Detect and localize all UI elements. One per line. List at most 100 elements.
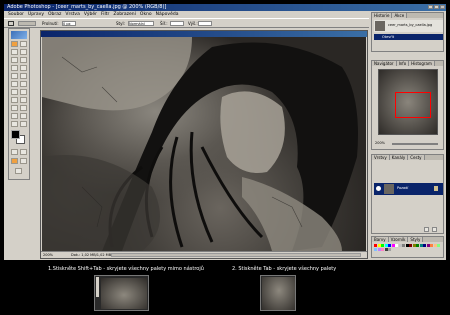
width-input[interactable] xyxy=(170,21,184,26)
document-status-bar: 200% Dok.: 1,02 MB/1,02 MB xyxy=(41,251,367,258)
tab-paths[interactable]: Cesty xyxy=(408,155,425,160)
toolbox xyxy=(8,28,30,180)
standard-mode-icon[interactable] xyxy=(11,149,18,155)
history-brush-tool-icon[interactable] xyxy=(20,73,27,79)
new-layer-icon[interactable] xyxy=(424,227,429,232)
menu-obraz[interactable]: Obraz xyxy=(48,11,61,18)
feather-label: Prolnutí: xyxy=(42,21,59,26)
layer-row-background[interactable]: Pozadí xyxy=(374,183,443,195)
tab-history[interactable]: Historie xyxy=(372,13,393,18)
tab-histogram[interactable]: Histogram xyxy=(409,61,435,66)
history-state-open[interactable]: Otevřít xyxy=(374,34,443,40)
swatches-palette: Barvy Vzorník Styly xyxy=(371,236,444,258)
screen-mode-icon[interactable] xyxy=(11,158,18,164)
navigator-view-box[interactable] xyxy=(395,92,431,118)
tab-channels[interactable]: Kanály xyxy=(389,155,409,160)
eye-icon[interactable] xyxy=(376,186,381,191)
tab-swatches[interactable]: Vzorník xyxy=(388,237,409,242)
document-window: 200% Dok.: 1,02 MB/1,02 MB xyxy=(40,30,368,259)
navigator-zoom-slider[interactable] xyxy=(392,143,438,145)
thumbnail-tab xyxy=(260,275,296,311)
tab-info[interactable]: Info xyxy=(396,61,410,66)
document-size: Dok.: 1,02 MB/1,02 MB xyxy=(71,253,112,257)
zoom-tool-icon[interactable] xyxy=(20,121,27,127)
dodge-tool-icon[interactable] xyxy=(20,89,27,95)
lasso-tool-icon[interactable] xyxy=(11,49,18,55)
zoom-level[interactable]: 200% xyxy=(43,252,53,258)
caption-tab: 2. Stiskněte Tab - skryjete všechny pale… xyxy=(232,266,337,272)
menu-okno[interactable]: Okno xyxy=(140,11,152,18)
feather-input[interactable]: 0 px xyxy=(62,21,76,26)
lock-icon xyxy=(434,186,438,191)
thumb-toolbox xyxy=(96,277,99,297)
menu-filtr[interactable]: Filtr xyxy=(101,11,109,18)
crop-tool-icon[interactable] xyxy=(11,57,18,63)
menu-soubor[interactable]: Soubor xyxy=(8,11,24,18)
history-snapshot[interactable]: ceer_marts_by_caella.jpg xyxy=(374,20,443,32)
navigator-palette: Navigátor Info Histogram 200% xyxy=(371,60,444,150)
tab-navigator[interactable]: Navigátor xyxy=(372,61,397,66)
notes-tool-icon[interactable] xyxy=(11,113,18,119)
trash-icon[interactable] xyxy=(432,227,437,232)
face-shape xyxy=(220,91,285,173)
color-swatch[interactable] xyxy=(388,247,391,251)
gradient-tool-icon[interactable] xyxy=(20,81,27,87)
foreground-color-swatch[interactable] xyxy=(11,130,20,139)
blur-tool-icon[interactable] xyxy=(11,89,18,95)
height-label: Výš.: xyxy=(188,21,198,26)
menu-upravy[interactable]: Úpravy xyxy=(28,11,44,18)
tab-actions[interactable]: Akce xyxy=(392,13,408,18)
move-tool-icon[interactable] xyxy=(20,41,27,47)
color-swatch[interactable] xyxy=(437,244,440,247)
healing-tool-icon[interactable] xyxy=(11,65,18,71)
stamp-tool-icon[interactable] xyxy=(11,73,18,79)
full-screen-mode-icon[interactable] xyxy=(20,158,27,164)
shape-tool-icon[interactable] xyxy=(20,105,27,111)
snapshot-label: ceer_marts_by_caella.jpg xyxy=(388,23,433,27)
navigator-zoom-value[interactable]: 200% xyxy=(375,141,385,145)
window-title: Adobe Photoshop - [ceer_marts_by_caella.… xyxy=(7,4,167,10)
caption-shift-tab: 1.Stiskněte Shift+Tab - skryjete všechny… xyxy=(48,266,204,272)
minimize-button[interactable] xyxy=(428,5,433,9)
snapshot-thumbnail xyxy=(375,21,385,31)
menu-vrstva[interactable]: Vrstva xyxy=(65,11,79,18)
marquee-tool-icon[interactable] xyxy=(8,21,14,26)
horizontal-scrollbar[interactable] xyxy=(111,253,361,257)
selection-mode-buttons[interactable] xyxy=(18,21,36,26)
maximize-button[interactable] xyxy=(434,5,439,9)
menu-napoveda[interactable]: Nápověda xyxy=(156,11,179,18)
brush-tool-icon[interactable] xyxy=(20,65,27,71)
style-label: Styl: xyxy=(116,21,125,26)
layer-thumbnail xyxy=(384,184,394,194)
slice-tool-icon[interactable] xyxy=(20,57,27,63)
menu-zobrazeni[interactable]: Zobrazení xyxy=(113,11,136,18)
width-label: Šíř.: xyxy=(160,21,168,26)
jump-to-imageready-icon[interactable] xyxy=(15,168,22,174)
menu-vyber[interactable]: Výběr xyxy=(84,11,97,18)
eyedropper-tool-icon[interactable] xyxy=(20,113,27,119)
navigator-preview[interactable] xyxy=(378,69,438,135)
history-state-label: Otevřít xyxy=(382,35,395,39)
image-canvas[interactable] xyxy=(42,37,366,251)
thumb-photo xyxy=(262,277,295,310)
eraser-tool-icon[interactable] xyxy=(11,81,18,87)
tab-styles[interactable]: Styly xyxy=(408,237,424,242)
layers-palette: Vrstvy Kanály Cesty Pozadí xyxy=(371,154,444,234)
tab-color[interactable]: Barvy xyxy=(372,237,389,242)
style-select[interactable]: Normální xyxy=(128,21,154,26)
quick-mask-icon[interactable] xyxy=(20,149,27,155)
marquee-tool-icon[interactable] xyxy=(11,41,18,47)
window-title-bar[interactable]: Adobe Photoshop - [ceer_marts_by_caella.… xyxy=(4,4,446,11)
swatch-grid xyxy=(374,244,443,256)
tab-layers[interactable]: Vrstvy xyxy=(372,155,390,160)
hand-tool-icon[interactable] xyxy=(11,121,18,127)
thumb-photo xyxy=(101,278,147,309)
height-input[interactable] xyxy=(198,21,212,26)
photoshop-logo-icon[interactable] xyxy=(11,31,27,39)
path-select-tool-icon[interactable] xyxy=(11,97,18,103)
close-button[interactable] xyxy=(440,5,445,9)
pen-tool-icon[interactable] xyxy=(11,105,18,111)
layer-name: Pozadí xyxy=(397,186,409,190)
magic-wand-tool-icon[interactable] xyxy=(20,49,27,55)
text-tool-icon[interactable] xyxy=(20,97,27,103)
